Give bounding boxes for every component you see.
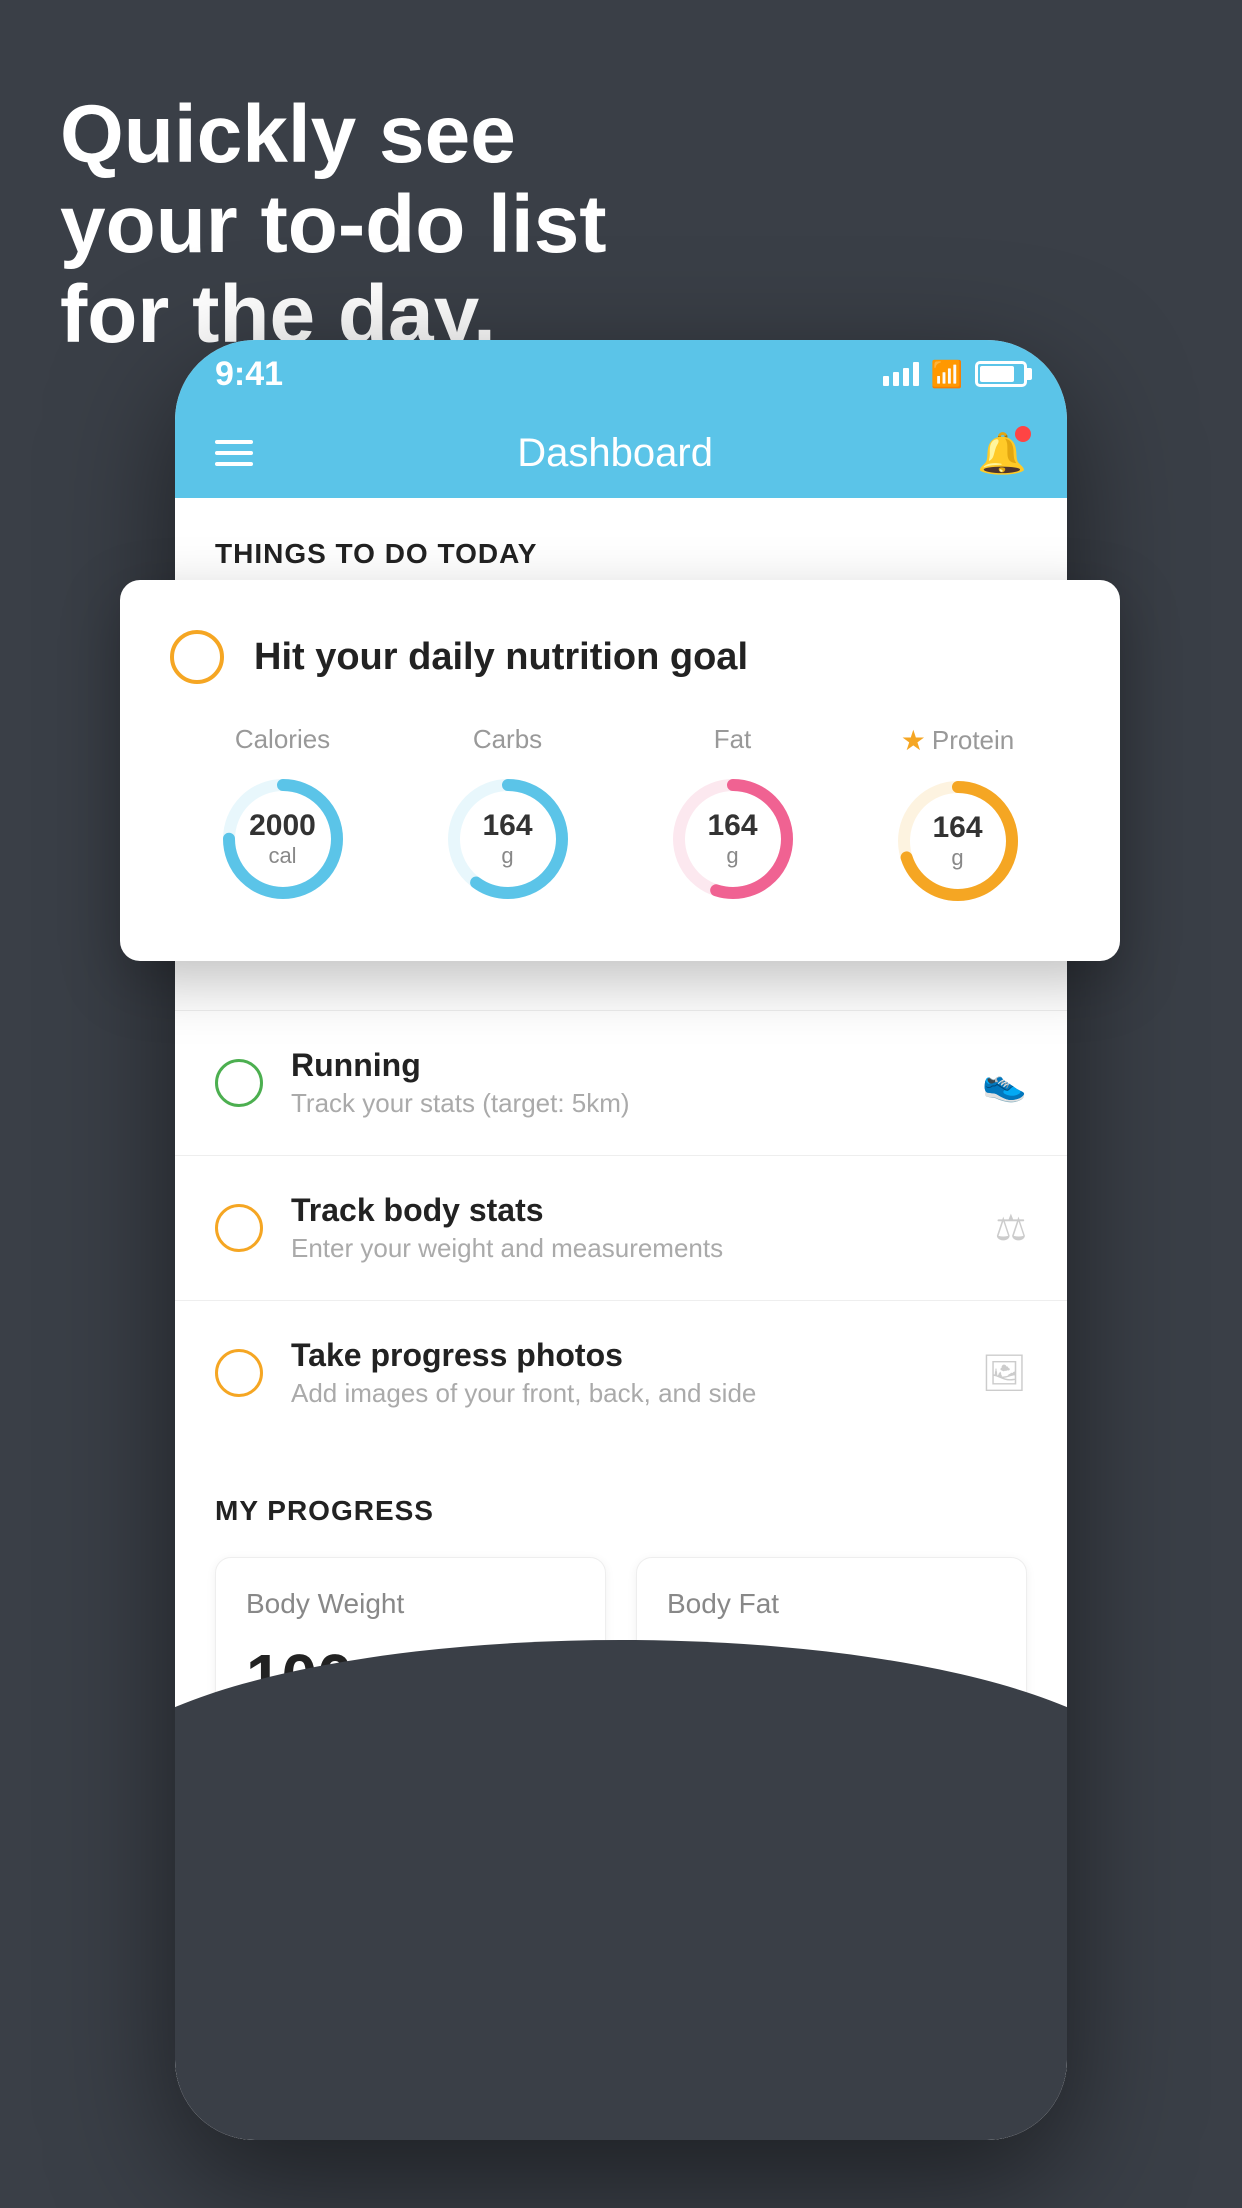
things-today-header: THINGS TO DO TODAY bbox=[175, 498, 1067, 590]
protein-value: 164 bbox=[932, 811, 982, 845]
fat-item: Fat 164 g bbox=[663, 724, 803, 909]
signal-icon bbox=[883, 362, 919, 386]
nav-title: Dashboard bbox=[517, 431, 713, 476]
notification-bell[interactable]: 🔔 bbox=[977, 430, 1027, 477]
fat-label: Fat bbox=[714, 724, 752, 755]
running-icon: 👟 bbox=[982, 1062, 1027, 1104]
calories-value: 2000 bbox=[249, 809, 316, 843]
scale-icon: ⚖ bbox=[995, 1207, 1027, 1249]
todo-text-body-stats: Track body stats Enter your weight and m… bbox=[291, 1192, 967, 1264]
todo-circle-body-stats bbox=[215, 1204, 263, 1252]
protein-item: ★ Protein 164 g bbox=[888, 724, 1028, 911]
nutrition-goal-circle bbox=[170, 630, 224, 684]
todo-subtitle-body-stats: Enter your weight and measurements bbox=[291, 1233, 967, 1264]
fat-value: 164 bbox=[707, 809, 757, 843]
status-icons: 📶 bbox=[883, 359, 1027, 390]
status-time: 9:41 bbox=[215, 355, 283, 394]
status-bar: 9:41 📶 bbox=[175, 340, 1067, 408]
todo-subtitle-photos: Add images of your front, back, and side bbox=[291, 1378, 953, 1409]
protein-center: 164 g bbox=[932, 811, 982, 871]
headline-line2: your to-do list bbox=[60, 179, 607, 270]
protein-donut: 164 g bbox=[888, 771, 1028, 911]
protein-label-group: ★ Protein bbox=[901, 724, 1015, 757]
bell-notification-dot bbox=[1015, 426, 1031, 442]
todo-text-running: Running Track your stats (target: 5km) bbox=[291, 1047, 954, 1119]
protein-label: Protein bbox=[932, 725, 1014, 756]
nutrition-goal-title: Hit your daily nutrition goal bbox=[254, 636, 748, 679]
todo-title-photos: Take progress photos bbox=[291, 1337, 953, 1374]
calories-center: 2000 cal bbox=[249, 809, 316, 869]
todo-item-body-stats[interactable]: Track body stats Enter your weight and m… bbox=[175, 1155, 1067, 1300]
wifi-icon: 📶 bbox=[931, 359, 963, 390]
todo-circle-running bbox=[215, 1059, 263, 1107]
carbs-item: Carbs 164 g bbox=[438, 724, 578, 909]
dark-bg-shape bbox=[175, 1640, 1067, 2140]
carbs-label: Carbs bbox=[473, 724, 542, 755]
todo-title-body-stats: Track body stats bbox=[291, 1192, 967, 1229]
photo-icon: 🖼 bbox=[981, 1352, 1027, 1394]
todo-item-photos[interactable]: Take progress photos Add images of your … bbox=[175, 1300, 1067, 1445]
carbs-value: 164 bbox=[482, 809, 532, 843]
carbs-unit: g bbox=[501, 843, 513, 868]
body-weight-title: Body Weight bbox=[246, 1588, 575, 1620]
todo-title-running: Running bbox=[291, 1047, 954, 1084]
fat-center: 164 g bbox=[707, 809, 757, 869]
calories-donut: 2000 cal bbox=[213, 769, 353, 909]
calories-unit: cal bbox=[268, 843, 296, 868]
floating-nutrition-card: Hit your daily nutrition goal Calories 2… bbox=[120, 580, 1120, 961]
todo-text-photos: Take progress photos Add images of your … bbox=[291, 1337, 953, 1409]
fat-unit: g bbox=[726, 843, 738, 868]
todo-subtitle-running: Track your stats (target: 5km) bbox=[291, 1088, 954, 1119]
body-fat-title: Body Fat bbox=[667, 1588, 996, 1620]
battery-icon bbox=[975, 361, 1027, 387]
card-header: Hit your daily nutrition goal bbox=[170, 630, 1070, 684]
headline-line1: Quickly see bbox=[60, 89, 516, 180]
fat-donut: 164 g bbox=[663, 769, 803, 909]
todo-list: Running Track your stats (target: 5km) 👟… bbox=[175, 1010, 1067, 1445]
nav-bar: Dashboard 🔔 bbox=[175, 408, 1067, 498]
calories-label: Calories bbox=[235, 724, 330, 755]
hamburger-menu[interactable] bbox=[215, 440, 253, 466]
calories-item: Calories 2000 cal bbox=[213, 724, 353, 909]
progress-header: MY PROGRESS bbox=[215, 1495, 1027, 1527]
carbs-donut: 164 g bbox=[438, 769, 578, 909]
nutrition-circles: Calories 2000 cal Carbs bbox=[170, 724, 1070, 911]
todo-circle-photos bbox=[215, 1349, 263, 1397]
protein-star-icon: ★ bbox=[901, 724, 926, 757]
protein-unit: g bbox=[951, 845, 963, 870]
headline: Quickly see your to-do list for the day. bbox=[60, 90, 607, 361]
todo-item-running[interactable]: Running Track your stats (target: 5km) 👟 bbox=[175, 1010, 1067, 1155]
carbs-center: 164 g bbox=[482, 809, 532, 869]
